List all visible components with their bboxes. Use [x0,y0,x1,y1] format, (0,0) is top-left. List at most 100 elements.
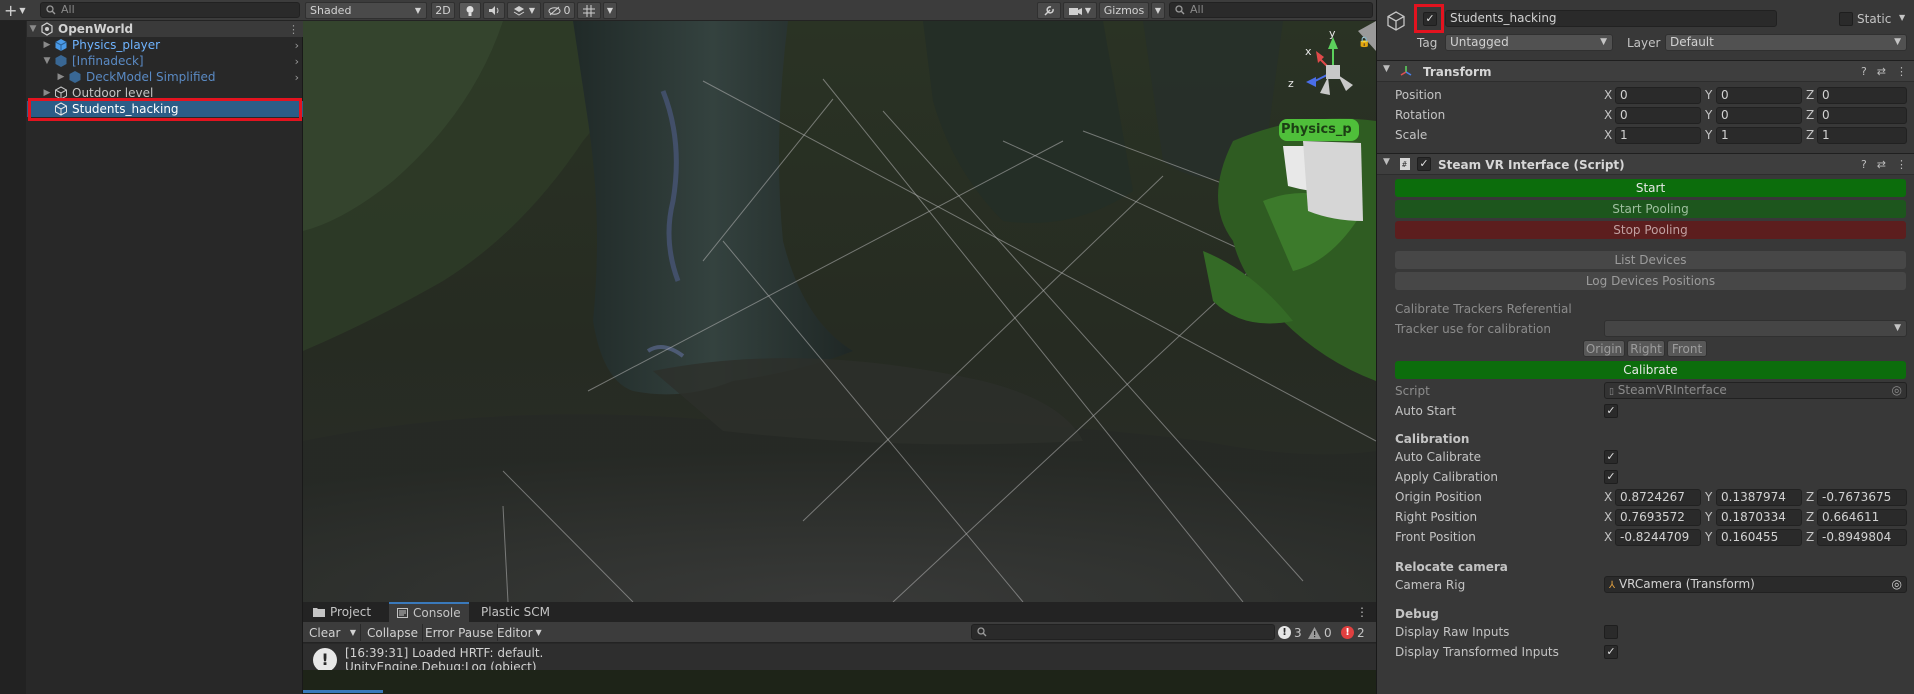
expand-arrow-icon[interactable]: ▶ [41,88,53,98]
gizmos-dropdown[interactable]: ▼ [1151,2,1165,19]
auto-calibrate-checkbox[interactable]: ✓ [1604,450,1618,464]
more-options-icon[interactable]: ⋮ [288,23,299,36]
scale-z-field[interactable]: 1 [1817,127,1907,144]
front-x-field[interactable]: -0.8244709 [1615,529,1701,546]
scale-x-field[interactable]: 1 [1615,127,1701,144]
right-x-field[interactable]: 0.7693572 [1615,509,1701,526]
help-icon[interactable]: ? [1861,65,1867,78]
position-z-field[interactable]: 0 [1817,87,1907,104]
transform-icon [1399,64,1413,78]
display-raw-inputs-checkbox[interactable] [1604,625,1618,639]
grid-options-dropdown[interactable]: ▼ [603,2,617,19]
z-axis-label: Z [1806,88,1815,102]
origin-z-field[interactable]: -0.7673675 [1817,489,1907,506]
speaker-icon [488,5,500,16]
more-options-icon[interactable]: ⋮ [1356,605,1368,619]
create-button[interactable]: + ▼ [4,2,26,19]
foldout-arrow-icon[interactable]: ▼ [1383,157,1390,167]
scale-y-field[interactable]: 1 [1716,127,1802,144]
orientation-gizmo[interactable]: y x z 🔒 [1278,27,1370,117]
front-z-field[interactable]: -0.8949804 [1817,529,1907,546]
scene-viewport[interactable]: Physics_p y x z 🔒 [303,21,1376,602]
tab-console[interactable]: Console [389,602,469,622]
origin-button[interactable]: Origin [1583,340,1625,357]
rotation-x-field[interactable]: 0 [1615,107,1701,124]
expand-arrow-icon[interactable]: ▼ [27,24,39,34]
right-button[interactable]: Right [1627,340,1665,357]
chevron-right-icon[interactable]: › [295,55,299,68]
warning-count-toggle[interactable]: 0 [1308,624,1332,641]
auto-start-checkbox[interactable]: ✓ [1604,404,1618,418]
2d-toggle-button[interactable]: 2D [431,2,455,19]
tab-plastic-scm[interactable]: Plastic SCM [473,602,558,622]
console-log-entry[interactable]: ! [16:39:31] Loaded HRTF: default. Unity… [303,644,1376,672]
hierarchy-item-physics-player[interactable]: ▶ Physics_player › [27,37,303,53]
hierarchy-item-deckmodel[interactable]: ▶ DeckModel Simplified › [27,69,303,85]
list-devices-button[interactable]: List Devices [1395,251,1906,269]
object-picker-icon[interactable]: ◎ [1892,577,1902,592]
preset-icon[interactable]: ⇄ [1877,65,1886,78]
tracker-calibration-dropdown[interactable]: ▼ [1604,320,1907,337]
lock-icon[interactable]: 🔒 [1358,37,1370,48]
rotation-z-field[interactable]: 0 [1817,107,1907,124]
warning-icon [1308,626,1321,639]
expand-arrow-icon[interactable]: ▼ [41,56,53,66]
transform-header[interactable]: ▼ Transform ? ⇄ ⋮ [1377,60,1914,82]
hidden-objects-toggle[interactable]: 0 [543,2,575,19]
origin-x-field[interactable]: 0.8724267 [1615,489,1701,506]
apply-calibration-checkbox[interactable]: ✓ [1604,470,1618,484]
more-options-icon[interactable]: ⋮ [1896,158,1907,171]
static-checkbox[interactable] [1839,12,1853,26]
position-x-field[interactable]: 0 [1615,87,1701,104]
shading-mode-dropdown[interactable]: Shaded ▼ [305,2,427,19]
stop-pooling-button[interactable]: Stop Pooling [1395,221,1906,239]
chevron-right-icon[interactable]: › [295,39,299,52]
console-search-input[interactable] [971,624,1275,640]
expand-arrow-icon[interactable]: ▶ [41,40,53,50]
camera-dropdown[interactable]: ▼ [1063,2,1097,19]
origin-y-field[interactable]: 0.1387974 [1716,489,1802,506]
scene-search-input[interactable]: All [1169,2,1373,18]
editor-dropdown[interactable]: Editor ▼ [493,624,546,641]
hierarchy-item-openworld[interactable]: ▼ OpenWorld ⋮ [27,21,303,37]
camera-rig-field[interactable]: ⅄ VRCamera (Transform) ◎ [1604,576,1907,593]
front-y-field[interactable]: 0.160455 [1716,529,1802,546]
audio-toggle-button[interactable] [483,2,505,19]
chevron-right-icon[interactable]: › [295,71,299,84]
hierarchy-search-input[interactable]: All [40,2,300,18]
effects-dropdown[interactable]: ▼ [507,2,541,19]
preset-icon[interactable]: ⇄ [1877,158,1886,171]
tab-project[interactable]: Project [305,602,379,622]
clear-button[interactable]: Clear ▼ [305,624,361,641]
grid-toggle-button[interactable] [577,2,601,19]
info-count-toggle[interactable]: ! 3 [1278,624,1302,641]
error-pause-button[interactable]: Error Pause [421,624,499,641]
chevron-down-icon[interactable]: ▼ [1899,13,1905,22]
more-options-icon[interactable]: ⋮ [1896,65,1907,78]
error-count-toggle[interactable]: ! 2 [1341,624,1365,641]
start-pooling-button[interactable]: Start Pooling [1395,200,1906,218]
right-y-field[interactable]: 0.1870334 [1716,509,1802,526]
right-z-field[interactable]: 0.664611 [1817,509,1907,526]
script-value: SteamVRInterface [1617,383,1727,397]
lighting-toggle-button[interactable] [459,2,481,19]
gizmos-button[interactable]: Gizmos [1099,2,1149,19]
start-button[interactable]: Start [1395,179,1906,197]
display-transformed-inputs-checkbox[interactable]: ✓ [1604,645,1618,659]
object-name-field[interactable]: Students_hacking [1445,10,1777,27]
position-y-field[interactable]: 0 [1716,87,1802,104]
collapse-button[interactable]: Collapse [363,624,423,641]
hierarchy-item-infinadeck[interactable]: ▼ [Infinadeck] › [27,53,303,69]
log-devices-positions-button[interactable]: Log Devices Positions [1395,272,1906,290]
tools-button[interactable] [1037,2,1061,19]
component-enabled-checkbox[interactable]: ✓ [1417,157,1431,171]
calibrate-button[interactable]: Calibrate [1395,361,1906,379]
layer-dropdown[interactable]: Default ▼ [1665,34,1907,51]
foldout-arrow-icon[interactable]: ▼ [1383,64,1390,74]
expand-arrow-icon[interactable]: ▶ [55,72,67,82]
tag-dropdown[interactable]: Untagged ▼ [1445,34,1613,51]
front-button[interactable]: Front [1667,340,1707,357]
rotation-y-field[interactable]: 0 [1716,107,1802,124]
steamvr-interface-header[interactable]: ▼ # ✓ Steam VR Interface (Script) ? ⇄ ⋮ [1377,153,1914,175]
help-icon[interactable]: ? [1861,158,1867,171]
